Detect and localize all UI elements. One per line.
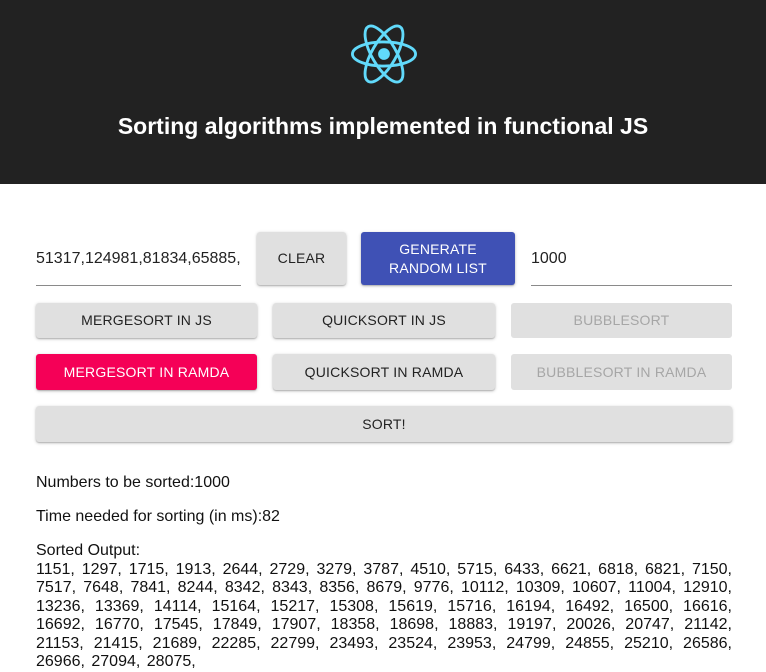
quicksort-ramda-label: QUICKSORT IN RAMDA xyxy=(304,363,464,380)
bubblesort-button: BUBBLESORT xyxy=(511,303,732,338)
generate-random-list-button[interactable]: GENERATE RANDOM LIST xyxy=(361,232,515,285)
number-list-input[interactable] xyxy=(36,232,241,286)
app-header: Sorting algorithms implemented in functi… xyxy=(0,0,766,184)
mergesort-ramda-button[interactable]: MERGESORT IN RAMDA xyxy=(36,354,257,390)
numbers-count-text: Numbers to be sorted:1000 xyxy=(36,474,230,491)
bubblesort-label: BUBBLESORT xyxy=(573,312,670,328)
bubblesort-ramda-button: BUBBLESORT IN RAMDA xyxy=(511,354,732,390)
sorted-output-numbers: 1151, 1297, 1715, 1913, 2644, 2729, 3279… xyxy=(36,560,732,671)
sort-time-text: Time needed for sorting (in ms):82 xyxy=(36,508,280,525)
generate-label-line1: GENERATE xyxy=(399,240,477,257)
sort-button-label: SORT! xyxy=(362,415,406,432)
react-logo-icon xyxy=(351,24,417,84)
bubblesort-ramda-label: BUBBLESORT IN RAMDA xyxy=(536,363,707,380)
generate-label-line2: RANDOM LIST xyxy=(389,259,487,276)
sorted-output: Sorted Output: 1151, 1297, 1715, 1913, 2… xyxy=(36,542,732,672)
mergesort-js-label: MERGESORT IN JS xyxy=(81,312,212,328)
clear-button[interactable]: CLEAR xyxy=(257,232,346,285)
quicksort-ramda-button[interactable]: QUICKSORT IN RAMDA xyxy=(273,354,495,390)
clear-button-label: CLEAR xyxy=(277,250,326,266)
page-title: Sorting algorithms implemented in functi… xyxy=(117,113,649,139)
list-size-input[interactable] xyxy=(531,232,732,286)
sort-button[interactable]: SORT! xyxy=(36,406,732,442)
quicksort-js-label: QUICKSORT IN JS xyxy=(322,312,446,328)
quicksort-js-button[interactable]: QUICKSORT IN JS xyxy=(273,303,495,338)
sorted-output-label: Sorted Output: xyxy=(36,542,141,559)
mergesort-ramda-label: MERGESORT IN RAMDA xyxy=(63,363,230,380)
mergesort-js-button[interactable]: MERGESORT IN JS xyxy=(36,303,257,338)
